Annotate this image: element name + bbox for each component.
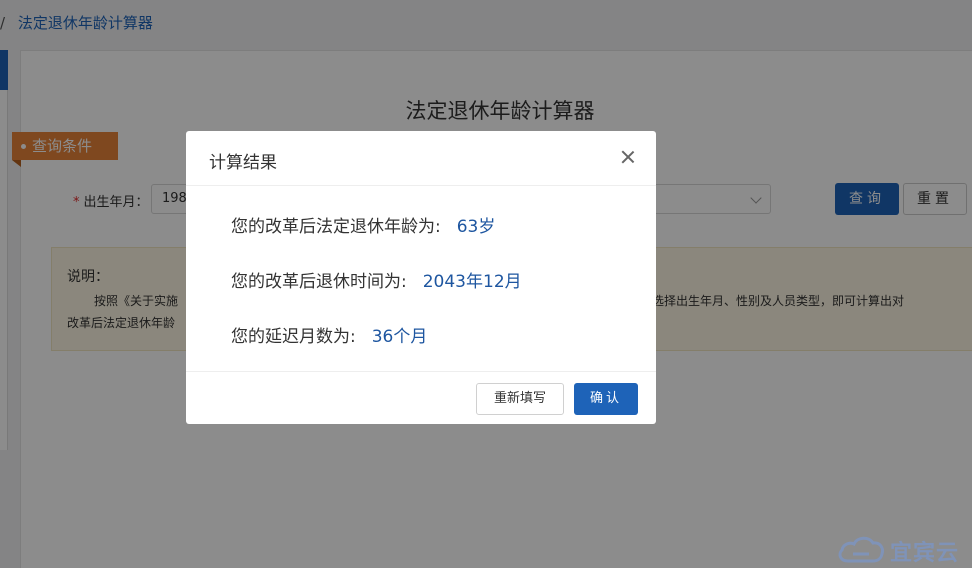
result-value: 2043年12月 — [422, 272, 522, 292]
result-row-delay-months: 您的延迟月数为: 36个月 — [231, 322, 427, 347]
result-label: 您的改革后退休时间为: — [231, 272, 407, 292]
refill-button[interactable]: 重新填写 — [476, 383, 564, 415]
cloud-icon — [838, 536, 884, 563]
result-label: 您的改革后法定退休年龄为: — [231, 217, 441, 237]
result-value: 36个月 — [371, 327, 428, 347]
confirm-button[interactable]: 确认 — [574, 383, 638, 415]
watermark-text: 宜宾云 — [890, 541, 960, 566]
result-dialog: 计算结果 您的改革后法定退休年龄为: 63岁 您的改革后退休时间为: 2043年12… — [186, 131, 656, 424]
result-value: 63岁 — [456, 217, 496, 237]
close-icon[interactable] — [619, 148, 637, 166]
result-row-retirement-age: 您的改革后法定退休年龄为: 63岁 — [231, 212, 495, 237]
result-label: 您的延迟月数为: — [231, 327, 356, 347]
dialog-header: 计算结果 — [186, 131, 656, 186]
dialog-footer: 重新填写 确认 — [186, 371, 656, 424]
watermark: 宜宾云 — [836, 532, 972, 566]
result-row-retirement-time: 您的改革后退休时间为: 2043年12月 — [231, 267, 522, 292]
dialog-title: 计算结果 — [209, 153, 277, 173]
